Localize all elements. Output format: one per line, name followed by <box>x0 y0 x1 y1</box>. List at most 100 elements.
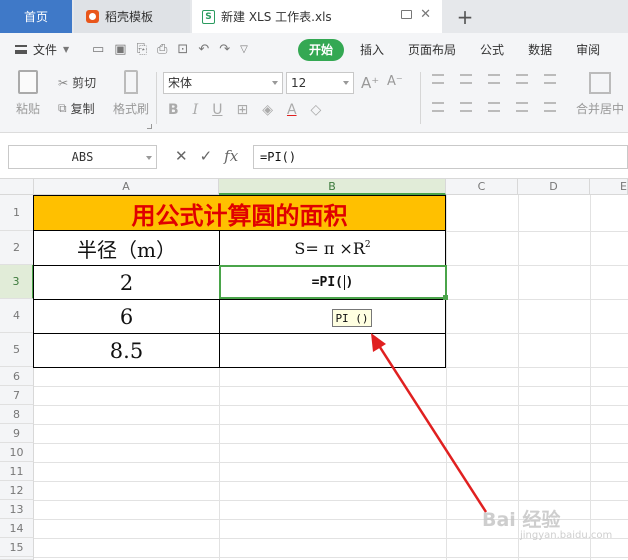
row-header-6[interactable]: 6 <box>0 367 34 386</box>
fill-handle[interactable] <box>443 295 448 300</box>
cancel-icon[interactable]: ✕ <box>175 147 188 165</box>
tab-start[interactable]: 开始 <box>298 38 345 61</box>
tab-data[interactable]: 数据 <box>516 39 564 61</box>
cell-b5[interactable] <box>219 333 446 368</box>
tab-page-layout[interactable]: 页面布局 <box>396 39 468 61</box>
row-header-14[interactable]: 14 <box>0 519 34 538</box>
redo-icon[interactable]: ↷ <box>219 42 230 57</box>
customize-icon[interactable]: ▽ <box>240 44 248 55</box>
row-header-15[interactable]: 15 <box>0 538 34 557</box>
cell-b2[interactable]: S= π ×R 2 <box>219 230 446 266</box>
tab-review[interactable]: 审阅 <box>564 39 612 61</box>
select-all-corner[interactable] <box>0 179 34 195</box>
format-painter-label: 格式刷 <box>112 102 149 116</box>
font-name-value: 宋体 <box>168 76 193 90</box>
chevron-down-icon <box>146 156 152 160</box>
underline-icon[interactable]: U <box>212 102 222 118</box>
align-middle-icon[interactable] <box>460 74 472 84</box>
tab-home[interactable]: 首页 <box>0 0 72 33</box>
active-cell-border <box>219 265 447 299</box>
column-header-c[interactable]: C <box>446 179 518 195</box>
row-header-12[interactable]: 12 <box>0 481 34 500</box>
gridline <box>34 557 628 558</box>
row-header-13[interactable]: 13 <box>0 500 34 519</box>
window-icon[interactable] <box>401 10 412 19</box>
print-icon[interactable]: ⎙ <box>157 42 167 57</box>
row-header-10[interactable]: 10 <box>0 443 34 462</box>
baidu-watermark: Bai 经验 <box>482 505 560 532</box>
fx-icon[interactable]: fx <box>224 147 238 165</box>
copy-button[interactable]: ⧉ 复制 <box>58 100 95 117</box>
font-size-select[interactable]: 12 <box>286 72 354 94</box>
font-name-select[interactable]: 宋体 <box>163 72 283 94</box>
tab-formula[interactable]: 公式 <box>468 39 516 61</box>
indent-right-icon[interactable] <box>544 74 556 84</box>
export-icon[interactable]: ⎘ <box>137 42 147 57</box>
clipboard-icon <box>18 70 38 94</box>
align-right-icon[interactable] <box>488 102 500 112</box>
bold-icon[interactable]: B <box>168 102 179 118</box>
increase-font-icon[interactable]: A⁺ <box>361 74 379 92</box>
save-icon[interactable]: ▣ <box>114 42 126 57</box>
cell-a5[interactable]: 8.5 <box>33 333 220 368</box>
row-header-5[interactable]: 5 <box>0 333 34 367</box>
paste-button[interactable]: 粘贴 <box>10 70 46 117</box>
column-header-a[interactable]: A <box>34 179 219 195</box>
column-header-e[interactable]: E <box>590 179 628 195</box>
tab-bar: 首页 稻壳模板 S 新建 XLS 工作表.xls ✕ + <box>0 0 628 33</box>
row-header-8[interactable]: 8 <box>0 405 34 424</box>
cell-a2[interactable]: 半径（m） <box>33 230 220 266</box>
cut-button[interactable]: ✂ 剪切 <box>58 74 96 91</box>
ribbon-divider <box>156 72 157 124</box>
merge-center-button[interactable]: 合并居中 <box>572 72 628 117</box>
justify-icon[interactable] <box>516 102 528 112</box>
confirm-icon[interactable]: ✓ <box>200 147 213 165</box>
formula-input[interactable]: =PI() <box>253 145 628 169</box>
italic-icon[interactable]: I <box>193 102 199 118</box>
preview-icon[interactable]: ⊡ <box>177 42 188 57</box>
font-color-icon[interactable]: A <box>287 102 297 118</box>
row-header-2[interactable]: 2 <box>0 231 34 265</box>
spreadsheet-icon: S <box>202 9 215 24</box>
title-cell[interactable]: 用公式计算圆的面积 <box>33 195 446 231</box>
function-tooltip: PI () <box>332 309 372 327</box>
cell-a4[interactable]: 6 <box>33 299 220 334</box>
tab-template-label: 稻壳模板 <box>105 10 154 24</box>
row-header-4[interactable]: 4 <box>0 299 34 333</box>
formula-buttons: ✕ ✓ fx <box>175 147 238 165</box>
row-header-1[interactable]: 1 <box>0 195 34 231</box>
decrease-font-icon[interactable]: A⁻ <box>387 74 403 89</box>
gridline <box>446 195 447 560</box>
folder-icon[interactable]: ▭ <box>92 42 104 57</box>
tab-template[interactable]: 稻壳模板 <box>74 0 190 33</box>
distribute-icon[interactable] <box>544 102 556 112</box>
watermark-text: Bai 经验 <box>482 509 561 531</box>
close-tab-icon[interactable]: ✕ <box>420 7 431 22</box>
ribbon-divider <box>420 72 421 124</box>
clear-format-icon[interactable]: ◇ <box>311 102 322 118</box>
column-header-d[interactable]: D <box>518 179 590 195</box>
row-header-11[interactable]: 11 <box>0 462 34 481</box>
column-header-b[interactable]: B <box>219 179 446 195</box>
fill-color-icon[interactable]: ◈ <box>262 102 273 118</box>
row-header-3[interactable]: 3 <box>0 265 34 299</box>
gridline <box>34 405 628 406</box>
new-tab-button[interactable]: + <box>450 0 480 33</box>
file-menu[interactable]: 文件 ▼ <box>0 41 88 58</box>
align-bottom-icon[interactable] <box>488 74 500 84</box>
tab-file[interactable]: S 新建 XLS 工作表.xls ✕ <box>192 0 442 33</box>
align-left-icon[interactable] <box>432 102 444 112</box>
row-header-7[interactable]: 7 <box>0 386 34 405</box>
undo-icon[interactable]: ↶ <box>198 42 209 57</box>
cell-a3[interactable]: 2 <box>33 265 220 300</box>
indent-left-icon[interactable] <box>516 74 528 84</box>
align-center-icon[interactable] <box>460 102 472 112</box>
format-painter-button[interactable]: 格式刷 <box>111 70 151 117</box>
align-top-icon[interactable] <box>432 74 444 84</box>
dialog-launcher-icon[interactable] <box>147 124 152 129</box>
border-icon[interactable]: ⊞ <box>236 102 248 118</box>
tab-insert[interactable]: 插入 <box>348 39 396 61</box>
row-header-9[interactable]: 9 <box>0 424 34 443</box>
name-box[interactable]: ABS <box>8 145 157 169</box>
chevron-down-icon <box>343 81 349 85</box>
